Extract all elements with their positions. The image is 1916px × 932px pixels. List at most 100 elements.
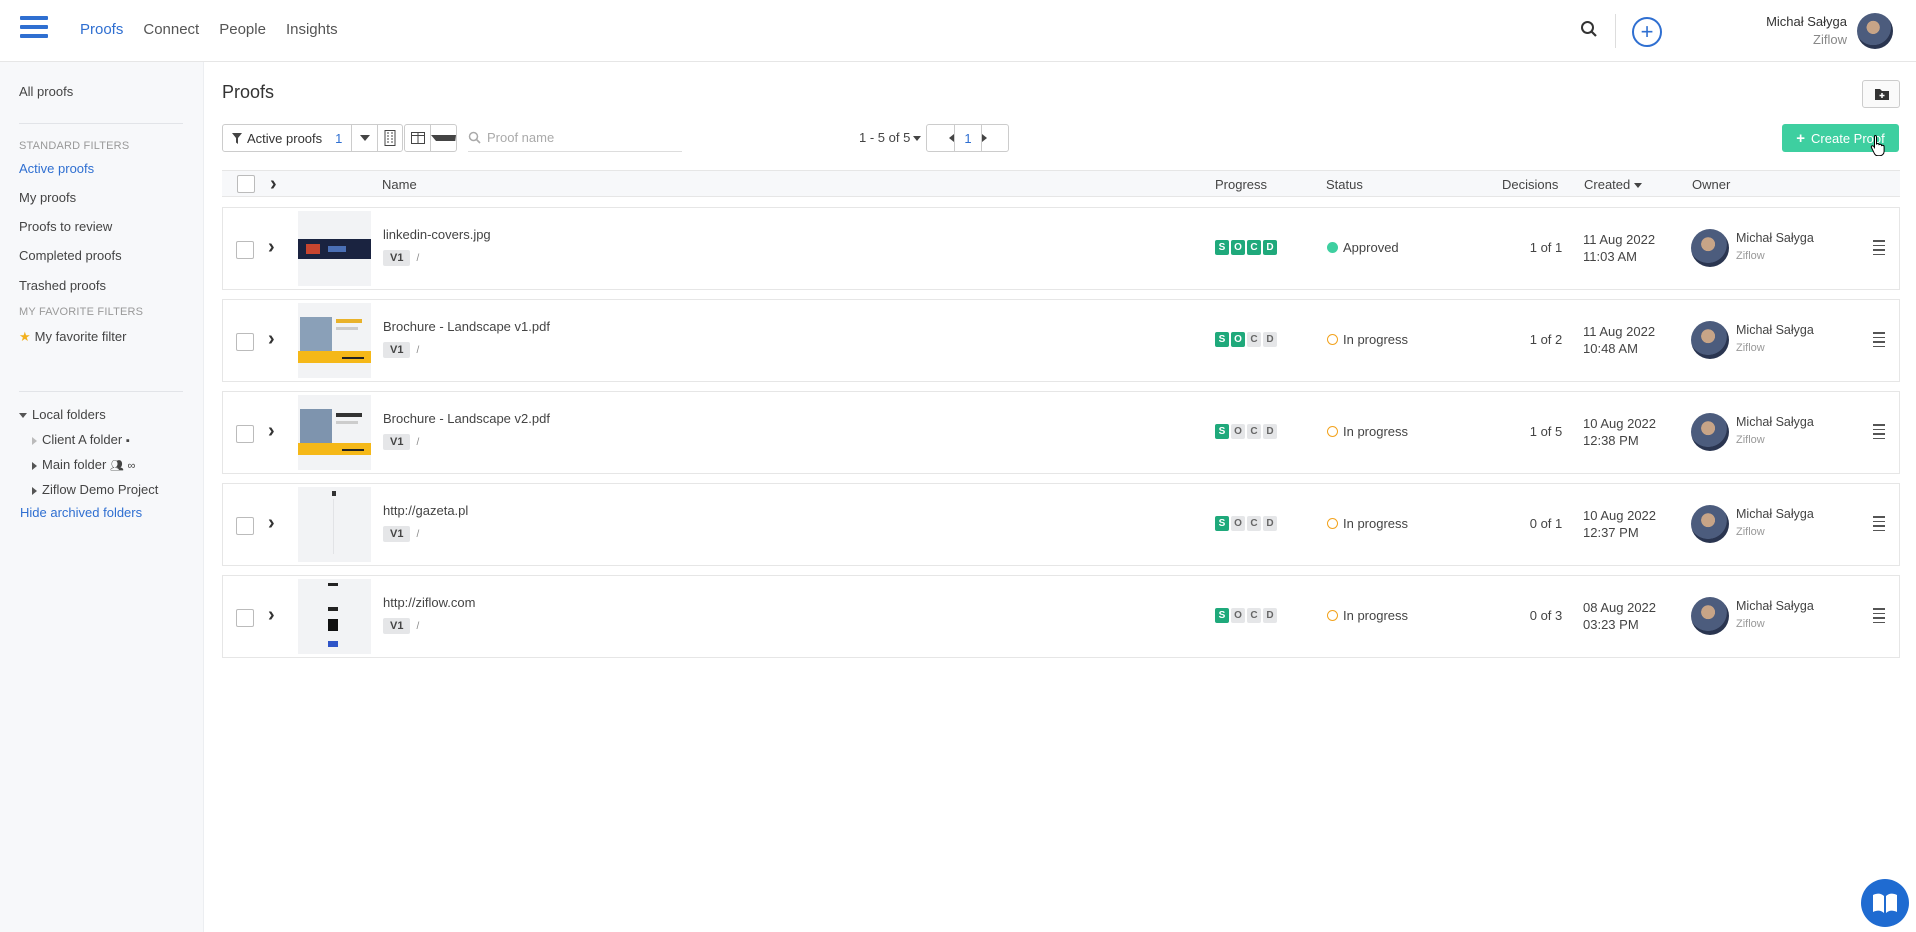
filter-count: 1: [335, 130, 343, 146]
help-book-icon[interactable]: [1861, 879, 1909, 927]
proof-name[interactable]: http://gazeta.pl: [383, 503, 468, 518]
nav-connect[interactable]: Connect: [143, 21, 199, 38]
prev-page-button[interactable]: [927, 125, 954, 151]
menu-icon[interactable]: [1873, 608, 1885, 626]
ziflow-logo-icon[interactable]: [20, 16, 48, 46]
columns-icon[interactable]: [405, 125, 431, 151]
folder-client-a[interactable]: Client A folder ▪: [32, 432, 130, 447]
select-all-checkbox[interactable]: [237, 175, 255, 193]
folder-main[interactable]: Main folder 👥︎ ∞: [32, 457, 135, 472]
row-checkbox[interactable]: [236, 425, 254, 443]
local-folders-label: Local folders: [32, 407, 106, 422]
column-header-owner[interactable]: Owner: [1692, 177, 1730, 192]
page-title: Proofs: [222, 82, 275, 102]
add-circle-icon[interactable]: +: [1632, 17, 1662, 47]
chevron-down-icon: [913, 136, 922, 142]
table-row[interactable]: › Brochure - Landscape v1.pdf V1 / S O C …: [222, 299, 1900, 382]
progress-stages: S O C D: [1215, 516, 1277, 531]
proof-thumbnail[interactable]: [298, 303, 371, 378]
check-circle-icon: [1327, 242, 1338, 253]
sidebar-item-proofs-to-review[interactable]: Proofs to review: [19, 219, 112, 234]
version-badge[interactable]: V1: [383, 434, 411, 450]
row-checkbox[interactable]: [236, 609, 254, 627]
created-date: 11 Aug 2022 11:03 AM: [1583, 231, 1655, 265]
folder-label: Ziflow Demo Project: [42, 482, 159, 497]
created-label: Created: [1584, 177, 1631, 192]
status-label: In progress: [1343, 516, 1409, 531]
menu-icon[interactable]: [1873, 332, 1885, 350]
proof-thumbnail[interactable]: [298, 579, 371, 654]
local-folders-toggle[interactable]: Local folders: [19, 407, 106, 422]
column-header-status[interactable]: Status: [1326, 177, 1363, 192]
version-badge[interactable]: V1: [383, 618, 411, 634]
table-row[interactable]: › linkedin-covers.jpg V1 / S O C D Approv…: [222, 207, 1900, 290]
column-header-name[interactable]: Name: [382, 177, 417, 192]
folder-ziflow-demo[interactable]: Ziflow Demo Project: [32, 482, 158, 497]
sidebar-item-trashed-proofs[interactable]: Trashed proofs: [19, 278, 106, 293]
sidebar-item-active-proofs[interactable]: Active proofs: [19, 161, 94, 176]
link-icon: ∞: [127, 460, 136, 472]
filter-button[interactable]: Active proofs 1: [223, 125, 353, 151]
owner-org: Ziflow: [1736, 434, 1765, 446]
stage-badge: D: [1263, 332, 1277, 347]
view-dropdown[interactable]: [431, 125, 456, 151]
sidebar-item-my-proofs[interactable]: My proofs: [19, 190, 76, 205]
pager-range[interactable]: 1 - 5 of 5: [859, 130, 922, 145]
next-page-button[interactable]: [981, 125, 1008, 151]
version-badge[interactable]: V1: [383, 250, 411, 266]
new-folder-button[interactable]: [1862, 80, 1900, 108]
menu-icon[interactable]: [1873, 516, 1885, 534]
nav-proofs[interactable]: Proofs: [80, 21, 123, 38]
chevron-right-icon[interactable]: ›: [268, 513, 275, 533]
table-header: › Name Progress Status Decisions Created…: [222, 170, 1900, 197]
column-header-decisions[interactable]: Decisions: [1502, 177, 1558, 192]
avatar[interactable]: [1857, 13, 1893, 49]
chevron-right-icon[interactable]: ›: [268, 237, 275, 257]
divider: [19, 123, 183, 124]
search-icon[interactable]: [1580, 20, 1602, 42]
current-page[interactable]: 1: [954, 125, 981, 151]
table-row[interactable]: › Brochure - Landscape v2.pdf V1 / S O C …: [222, 391, 1900, 474]
table-row[interactable]: › http://ziflow.com V1 / S O C D In progr…: [222, 575, 1900, 658]
avatar: [1691, 505, 1729, 543]
nav-people[interactable]: People: [219, 21, 266, 38]
column-header-progress[interactable]: Progress: [1215, 177, 1267, 192]
sidebar-item-favorite-filter[interactable]: ★ My favorite filter: [19, 329, 126, 345]
user-menu[interactable]: Michał Sałyga Ziflow: [1766, 14, 1847, 47]
search-input[interactable]: [487, 130, 667, 145]
chevron-right-icon[interactable]: ›: [268, 329, 275, 349]
building-icon[interactable]: [378, 125, 402, 151]
favorite-filters-heading: MY FAVORITE FILTERS: [19, 306, 144, 318]
version-badge[interactable]: V1: [383, 526, 411, 542]
version-badge[interactable]: V1: [383, 342, 411, 358]
proof-thumbnail[interactable]: [298, 487, 371, 562]
row-checkbox[interactable]: [236, 517, 254, 535]
menu-icon[interactable]: [1873, 424, 1885, 442]
proof-name[interactable]: Brochure - Landscape v2.pdf: [383, 411, 550, 426]
proof-name[interactable]: linkedin-covers.jpg: [383, 227, 491, 242]
chevron-right-icon[interactable]: ›: [268, 421, 275, 441]
expand-all-icon[interactable]: ›: [270, 174, 277, 194]
row-checkbox[interactable]: [236, 333, 254, 351]
sidebar-item-completed-proofs[interactable]: Completed proofs: [19, 248, 122, 263]
sidebar-item-all-proofs[interactable]: All proofs: [19, 84, 73, 99]
chevron-right-icon[interactable]: ›: [268, 605, 275, 625]
proof-name[interactable]: Brochure - Landscape v1.pdf: [383, 319, 550, 334]
stage-badge: C: [1247, 516, 1261, 531]
table-row[interactable]: › http://gazeta.pl V1 / S O C D In progre…: [222, 483, 1900, 566]
proof-thumbnail[interactable]: [298, 395, 371, 470]
chevron-right-icon: [32, 486, 37, 495]
stage-badge: C: [1247, 424, 1261, 439]
created-time: 12:38 PM: [1583, 433, 1639, 448]
proof-thumbnail[interactable]: [298, 211, 371, 286]
progress-stages: S O C D: [1215, 608, 1277, 623]
created-date: 10 Aug 2022 12:38 PM: [1583, 415, 1656, 449]
nav-insights[interactable]: Insights: [286, 21, 338, 38]
menu-icon[interactable]: [1873, 240, 1885, 258]
hide-archived-link[interactable]: Hide archived folders: [20, 505, 142, 520]
proof-name[interactable]: http://ziflow.com: [383, 595, 475, 610]
row-checkbox[interactable]: [236, 241, 254, 259]
column-header-created[interactable]: Created: [1584, 177, 1642, 192]
status-badge: Approved: [1327, 240, 1399, 255]
filter-dropdown[interactable]: [352, 125, 379, 151]
